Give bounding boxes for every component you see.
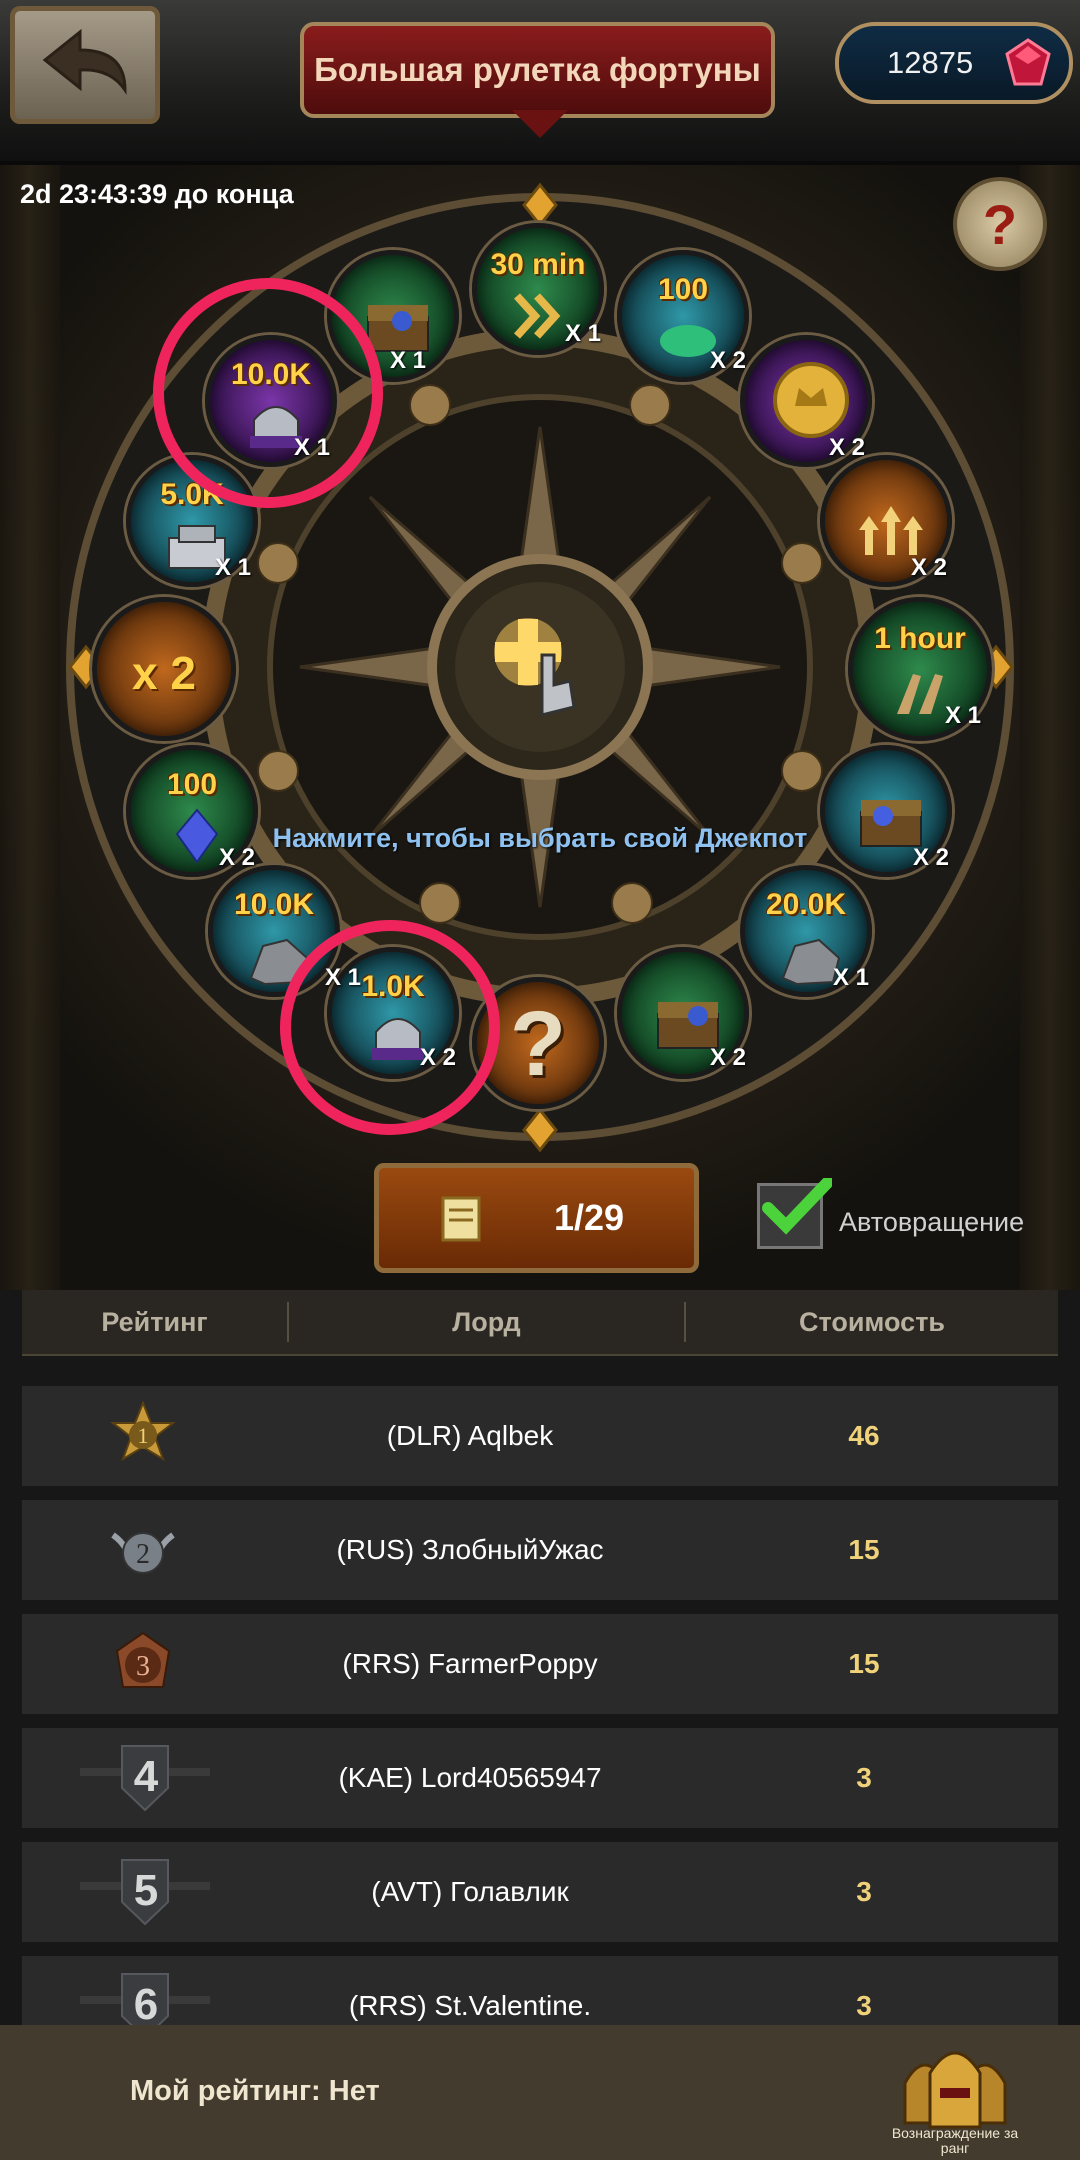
table-row[interactable]: 3 (RRS) FarmerPoppy 15	[22, 1614, 1058, 1714]
slot-qty: X 1	[565, 320, 602, 347]
table-row[interactable]: 1 (DLR) Aqlbek 46	[22, 1386, 1058, 1486]
table-row[interactable]: 5 (AVT) Голавлик 3	[22, 1842, 1058, 1942]
rank-number: 3	[136, 1651, 150, 1682]
top-bar: Большая рулетка фортуны 12875	[0, 0, 1080, 165]
my-rank: Мой рейтинг: Нет	[130, 2075, 380, 2107]
rank-reward-label: Вознаграждение за ранг	[891, 2125, 1019, 2156]
ruby-gem-icon	[1005, 38, 1051, 86]
autospin-toggle[interactable]: Автовращение	[757, 1178, 1057, 1253]
hand-pointer-icon	[494, 618, 576, 717]
slot-qty: X 1	[215, 554, 252, 581]
cost-value: 3	[856, 1762, 872, 1793]
reward-slot-gold-coin: X 2	[740, 335, 872, 467]
slot-value: 30 min	[490, 248, 586, 281]
cost-value: 3	[856, 1990, 872, 2021]
rank-cell: 6	[22, 1956, 270, 2025]
center-select-button[interactable]	[470, 597, 610, 737]
spin-count: 1/29	[553, 1197, 625, 1238]
slot-qty: X 2	[829, 434, 866, 461]
slot-value: 10.0K	[233, 888, 315, 921]
slot-qty: X 2	[710, 1044, 747, 1071]
rank-number: 2	[136, 1539, 150, 1570]
footer-bar: Мой рейтинг: Нет Вознаграждение за ранг	[0, 2025, 1080, 2160]
wheel-arena: 2d 23:43:39 до конца ? X 1 30 min X 1 10…	[0, 165, 1080, 1290]
slot-qty: X 1	[390, 347, 427, 374]
lord-name: (RRS) FarmerPoppy	[342, 1648, 598, 1679]
rank-cell: 4	[22, 1728, 270, 1828]
cost-value: 15	[848, 1648, 880, 1679]
rank-cell: 2	[22, 1500, 270, 1600]
rank-reward-button[interactable]: Вознаграждение за ранг	[885, 2033, 1025, 2158]
header-cost: Стоимость	[798, 1306, 946, 1337]
bronze-medal-icon: 3	[115, 1631, 171, 1688]
table-row[interactable]: 2 (RUS) ЗлобныйУжас 15	[22, 1500, 1058, 1600]
reward-slot-crystal-100: 100 X 2	[126, 745, 258, 877]
gem-balance[interactable]: 12875	[835, 22, 1073, 104]
highlight-ring-exp-1k	[280, 920, 500, 1135]
reward-slot-chest-right: X 2	[820, 745, 952, 877]
autospin-label: Автовращение	[839, 1207, 1025, 1237]
checkmark-icon	[762, 1178, 832, 1235]
leaderboard: Рейтинг Лорд Стоимость 1 (DLR) Aqlbek 46…	[0, 1290, 1080, 2025]
rank-number: 4	[133, 1752, 159, 1801]
slot-qty: X 1	[833, 964, 870, 991]
rank-cell: 3	[22, 1614, 270, 1714]
reward-slot-upgrade: X 2	[820, 455, 952, 587]
cost-value: 46	[848, 1420, 880, 1451]
slot-value: 20.0K	[765, 888, 847, 921]
cost-value: 3	[856, 1876, 872, 1907]
header-lord: Лорд	[452, 1306, 521, 1337]
reward-slot-chest-bottom: X 2	[617, 947, 749, 1079]
rank-cell: 5	[22, 1842, 270, 1942]
lord-name: (KAE) Lord40565947	[338, 1762, 602, 1793]
reward-slot-speedup-30min: 30 min X 1	[472, 223, 604, 355]
golden-helmets-icon	[903, 2051, 1007, 2129]
leaderboard-header: Рейтинг Лорд Стоимость	[22, 1290, 1058, 1356]
rank-number: 5	[133, 1866, 159, 1915]
upgrade-arrows-icon	[859, 506, 923, 555]
lord-name: (DLR) Aqlbek	[386, 1420, 554, 1451]
scroll-ticket-icon	[441, 1196, 481, 1242]
page-title: Большая рулетка фортуны	[300, 22, 775, 118]
reward-slot-multiplier: x 2	[92, 597, 236, 741]
jackpot-hint[interactable]: Нажмите, чтобы выбрать свой Джекпот	[0, 823, 1080, 854]
table-row[interactable]: 4 (KAE) Lord40565947 3	[22, 1728, 1058, 1828]
header-rank: Рейтинг	[101, 1306, 208, 1337]
slot-value: 1 hour	[874, 622, 966, 655]
banner-ornament	[512, 110, 568, 138]
silver-medal-icon: 2	[111, 1532, 175, 1574]
back-arrow-icon	[42, 28, 127, 95]
slot-qty: X 1	[945, 702, 982, 729]
lord-name: (RRS) St.Valentine.	[348, 1990, 592, 2021]
spin-button[interactable]: 1/29	[374, 1163, 699, 1273]
reward-slot-iron-20k: 20.0K X 1	[740, 865, 872, 997]
treasure-chest-icon	[657, 1002, 719, 1049]
slot-qty: X 2	[710, 347, 747, 374]
table-row[interactable]: 6 (RRS) St.Valentine. 3	[22, 1956, 1058, 2025]
reward-slot-speedup-1hour: 1 hour X 1	[848, 597, 992, 741]
gold-medal-icon: 1	[110, 1401, 176, 1462]
reward-slot-green-100: 100 X 2	[617, 250, 749, 382]
multiplier-label: x 2	[132, 647, 196, 699]
autospin-checkbox[interactable]	[757, 1178, 832, 1249]
gold-coin-icon	[773, 362, 849, 438]
back-button[interactable]	[10, 6, 160, 124]
slot-value: 100	[657, 273, 709, 306]
lord-name: (RUS) ЗлобныйУжас	[336, 1534, 604, 1565]
gem-count: 12875	[887, 45, 974, 80]
rank-number: 1	[138, 1423, 149, 1448]
slot-value: 100	[166, 768, 218, 801]
rank-number: 6	[133, 1980, 159, 2025]
rank-cell: 1	[22, 1386, 270, 1486]
cost-value: 15	[848, 1534, 880, 1565]
lord-name: (AVT) Голавлик	[371, 1876, 569, 1907]
highlight-ring-exp-10k	[153, 278, 383, 508]
slot-qty: X 2	[911, 554, 948, 581]
